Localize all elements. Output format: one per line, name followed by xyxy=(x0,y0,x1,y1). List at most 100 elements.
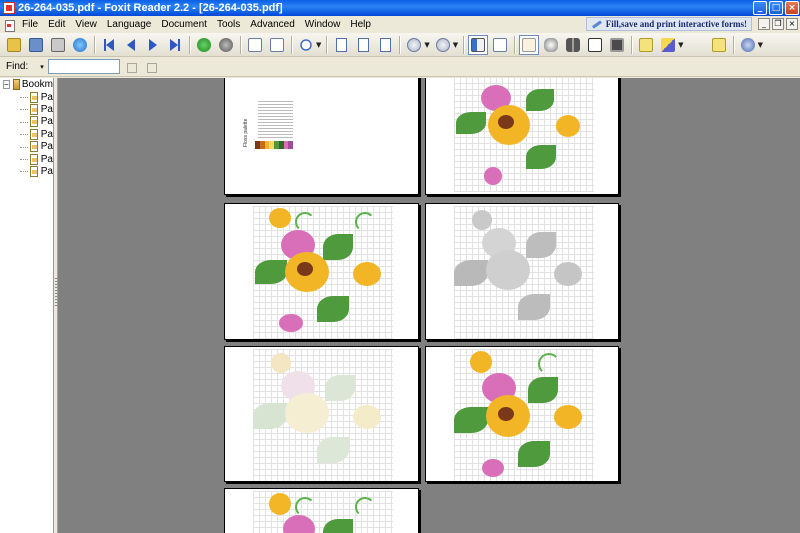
bookmark-label: Pa xyxy=(40,128,53,140)
menu-document[interactable]: Document xyxy=(156,19,212,30)
next-page-icon[interactable] xyxy=(143,35,163,55)
flower-center xyxy=(297,262,313,276)
minimize-button[interactable]: _ xyxy=(753,1,767,15)
page-thumbnail-color-flower-2[interactable] xyxy=(224,203,419,340)
fit-page-icon[interactable] xyxy=(353,35,373,55)
swirl xyxy=(538,353,560,375)
document-view[interactable]: Floss palette xyxy=(58,78,800,533)
fit-width-icon[interactable] xyxy=(375,35,395,55)
zoom-icon[interactable] xyxy=(296,35,316,55)
bookmark-label: Pa xyxy=(40,153,53,165)
maximize-button[interactable]: □ xyxy=(769,1,783,15)
highlight-caret[interactable]: ▼ xyxy=(678,41,683,49)
rotate-right-icon[interactable] xyxy=(267,35,287,55)
zoom-in-caret[interactable]: ▼ xyxy=(453,41,458,49)
note-icon[interactable] xyxy=(709,35,729,55)
highlight-icon[interactable] xyxy=(658,35,678,55)
hand-tool-icon[interactable] xyxy=(519,34,540,55)
bud xyxy=(269,493,291,515)
bookmark-item[interactable]: Pa xyxy=(0,103,53,116)
bookmark-label: Pa xyxy=(40,104,53,116)
toolbar-separator xyxy=(240,35,241,54)
bookmark-item[interactable]: Pa xyxy=(0,128,53,140)
info-icon[interactable] xyxy=(738,35,758,55)
bud xyxy=(482,459,504,477)
bookmark-item[interactable]: Pa xyxy=(0,141,53,153)
page-thumbnail-gray-flower[interactable] xyxy=(425,203,619,340)
palette-legend-lines xyxy=(258,99,293,139)
bookmark-item[interactable]: Pa xyxy=(0,116,53,128)
menu-view[interactable]: View xyxy=(70,19,102,30)
collapse-icon[interactable]: − xyxy=(3,80,10,89)
zoom-dropdown-caret[interactable]: ▼ xyxy=(316,41,321,49)
actual-size-icon[interactable] xyxy=(331,35,351,55)
bookmarks-icon[interactable] xyxy=(468,34,489,55)
close-button[interactable]: × xyxy=(785,1,799,15)
web-icon[interactable] xyxy=(70,35,90,55)
select-text-icon[interactable] xyxy=(585,35,605,55)
page-thumbnail-color-flower-1[interactable] xyxy=(425,78,619,195)
bookmark-label: Pa xyxy=(40,91,53,103)
bookmark-item[interactable]: Pa xyxy=(0,153,53,165)
page-thumbnail-color-flower-3[interactable] xyxy=(425,346,619,482)
splitter-grip[interactable] xyxy=(55,278,57,308)
bookmark-item[interactable]: Pa xyxy=(0,91,53,103)
open-icon[interactable] xyxy=(4,35,24,55)
document-menu-icon[interactable] xyxy=(3,19,15,32)
typewriter-icon[interactable] xyxy=(687,35,707,55)
menu-tools[interactable]: Tools xyxy=(212,19,245,30)
annotation-icon[interactable] xyxy=(636,35,656,55)
main-toolbar: ▼ ▼ ▼ ▼ ▼ xyxy=(0,33,800,57)
bud xyxy=(472,210,492,230)
find-icon[interactable] xyxy=(563,35,583,55)
go-back-icon[interactable] xyxy=(216,35,236,55)
save-icon[interactable] xyxy=(26,35,46,55)
page-icon xyxy=(30,166,38,178)
promo-banner[interactable]: Fill,save and print interactive forms! xyxy=(585,17,752,31)
doc-minimize-button[interactable]: _ xyxy=(758,18,770,30)
bud xyxy=(470,351,492,373)
menu-edit[interactable]: Edit xyxy=(43,19,70,30)
menu-bar: File Edit View Language Document Tools A… xyxy=(0,16,800,33)
menu-window[interactable]: Window xyxy=(300,19,346,30)
bud xyxy=(269,208,291,228)
print-icon[interactable] xyxy=(48,35,68,55)
bookmarks-root-label: Bookm xyxy=(21,79,53,90)
page-thumbnail-faded-flower[interactable] xyxy=(224,346,419,482)
find-options-caret[interactable]: ▾ xyxy=(40,63,44,71)
magnifier-icon[interactable] xyxy=(541,35,561,55)
menu-help[interactable]: Help xyxy=(345,19,376,30)
find-next-icon[interactable] xyxy=(144,60,160,74)
go-forward-icon[interactable] xyxy=(194,35,214,55)
doc-restore-button[interactable]: ❐ xyxy=(772,18,784,30)
first-page-icon[interactable] xyxy=(99,35,119,55)
menu-language[interactable]: Language xyxy=(102,19,157,30)
bookmarks-root[interactable]: − Bookm xyxy=(0,78,53,91)
rotate-left-icon[interactable] xyxy=(245,35,265,55)
bookmark-item[interactable]: Pa xyxy=(0,165,53,178)
doc-close-button[interactable]: × xyxy=(786,18,798,30)
leaf xyxy=(526,145,556,169)
zoom-in-icon[interactable] xyxy=(433,35,453,55)
toolbar-separator xyxy=(732,35,734,54)
page-icon xyxy=(30,91,38,103)
zoom-out-icon[interactable] xyxy=(404,35,424,55)
toolbar-separator xyxy=(514,35,516,54)
previous-page-icon[interactable] xyxy=(121,35,141,55)
info-caret[interactable]: ▼ xyxy=(758,41,763,49)
page-icon xyxy=(30,141,38,153)
toolbar-separator xyxy=(631,35,633,54)
leaf xyxy=(454,260,488,286)
menu-advanced[interactable]: Advanced xyxy=(245,19,299,30)
page-thumbnail-palette[interactable]: Floss palette xyxy=(224,78,419,195)
thumbnails-icon[interactable] xyxy=(490,35,510,55)
find-input[interactable] xyxy=(47,59,120,74)
last-page-icon[interactable] xyxy=(165,35,185,55)
zoom-out-caret[interactable]: ▼ xyxy=(424,41,429,49)
palette-swatches xyxy=(255,141,293,149)
menu-file[interactable]: File xyxy=(17,19,43,30)
bud xyxy=(353,405,381,429)
page-thumbnail-color-flower-4[interactable] xyxy=(224,488,419,533)
find-previous-icon[interactable] xyxy=(124,60,140,74)
snapshot-icon[interactable] xyxy=(607,35,627,55)
